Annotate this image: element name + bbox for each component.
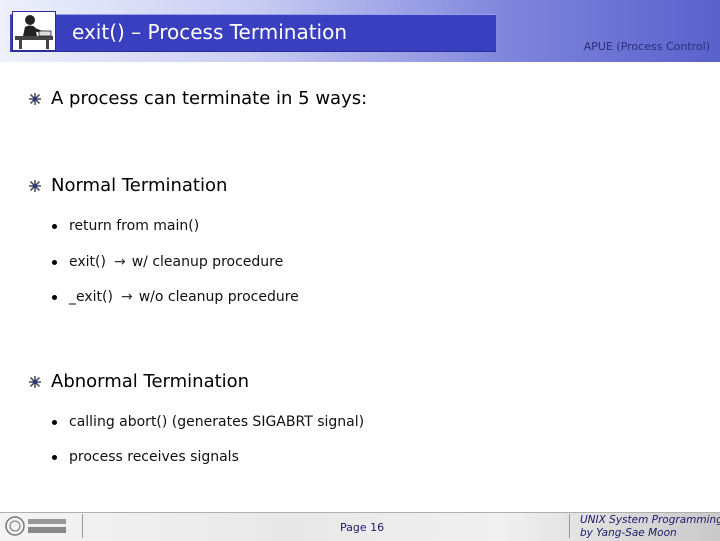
list-item: return from main() [52,217,199,235]
bullet-dot-icon [52,223,57,229]
teacher-at-desk-icon [12,11,56,51]
list-item: calling abort() (generates SIGABRT signa… [52,413,364,431]
section-heading-abnormal: Abnormal Termination [28,371,249,393]
bullet-dot-icon [52,454,57,460]
university-seal-logo [5,516,66,536]
course-name: UNIX System Programming by Yang-Sae Moon [580,514,720,540]
intro-bullet: A process can terminate in 5 ways: [28,88,367,110]
starburst-bullet-icon [29,376,41,388]
starburst-bullet-icon [29,180,41,192]
list-item-text: exit() [69,254,106,270]
footer-divider [82,514,570,538]
right-arrow-icon: → [120,289,133,305]
starburst-bullet-icon [29,93,41,105]
section-heading-text: Normal Termination [51,175,228,196]
list-item: process receives signals [52,448,239,466]
list-item-text: process receives signals [69,449,239,465]
page-number: Page 16 [340,521,385,534]
intro-text: A process can terminate in 5 ways: [51,88,368,109]
list-item: _exit() → w/o cleanup procedure [52,288,299,306]
header-reference: APUE (Process Control) [583,40,710,53]
list-item-text: calling abort() (generates SIGABRT signa… [69,414,365,430]
slide-title: exit() – Process Termination [72,20,348,44]
list-item-text: return from main() [69,218,200,234]
right-arrow-icon: → [113,254,126,270]
list-item: exit() → w/ cleanup procedure [52,253,283,271]
list-item-note: w/ cleanup procedure [131,254,284,270]
course-title: UNIX System Programming [580,514,720,526]
list-item-text: _exit() [69,289,113,305]
bullet-dot-icon [52,259,57,265]
section-heading-normal: Normal Termination [28,175,227,197]
section-heading-text: Abnormal Termination [51,371,250,392]
bullet-dot-icon [52,419,57,425]
list-item-note: w/o cleanup procedure [138,289,299,305]
course-author: by Yang-Sae Moon [580,527,677,539]
bullet-dot-icon [52,294,57,300]
